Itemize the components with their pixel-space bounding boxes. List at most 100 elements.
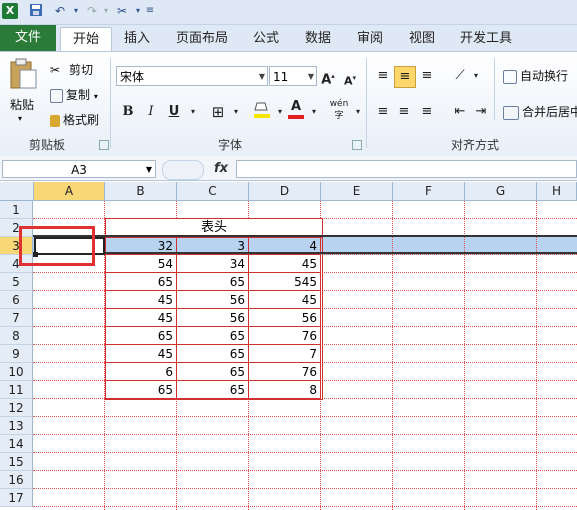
table-cell[interactable]: 7 — [249, 345, 321, 363]
align-middle-icon[interactable]: ≡ — [394, 66, 416, 88]
table-cell[interactable]: 45 — [249, 291, 321, 309]
row-header[interactable]: 12 — [0, 399, 33, 417]
table-cell[interactable]: 45 — [249, 255, 321, 273]
row-header[interactable]: 6 — [0, 291, 33, 309]
phonetic-dropdown-icon[interactable]: ▾ — [348, 102, 368, 122]
name-box[interactable]: A3 ▼ — [2, 160, 156, 178]
table-cell[interactable]: 65 — [177, 345, 249, 363]
table-cell[interactable]: 65 — [105, 273, 177, 291]
table-cell[interactable]: 65 — [105, 381, 177, 399]
table-cell[interactable]: 65 — [177, 363, 249, 381]
italic-button[interactable]: I — [141, 102, 161, 122]
paste-dropdown-icon[interactable]: ▾ — [18, 114, 22, 123]
column-header-d[interactable]: D — [249, 182, 321, 201]
tab-insert[interactable]: 插入 — [116, 27, 158, 50]
table-cell[interactable]: 45 — [105, 345, 177, 363]
table-cell[interactable]: 65 — [105, 327, 177, 345]
undo-dropdown-icon[interactable]: ▾ — [68, 3, 84, 19]
font-size-combo[interactable]: 11 ▼ — [269, 66, 317, 86]
align-center-icon[interactable]: ≡ — [394, 102, 414, 122]
customize-icon[interactable]: ≡ — [142, 3, 158, 19]
table-cell[interactable]: 545 — [249, 273, 321, 291]
column-header-f[interactable]: F — [393, 182, 465, 201]
formula-bar-resize-handle[interactable] — [162, 160, 204, 180]
font-name-combo[interactable]: 宋体 ▼ — [116, 66, 268, 86]
column-header-e[interactable]: E — [321, 182, 393, 201]
table-cell[interactable]: 65 — [177, 273, 249, 291]
insert-function-icon[interactable]: fx — [214, 161, 228, 176]
table-cell[interactable]: 56 — [249, 309, 321, 327]
fill-color-icon[interactable] — [252, 100, 272, 120]
font-color-button[interactable]: A — [286, 100, 306, 120]
column-header-b[interactable]: B — [105, 182, 177, 201]
table-cell[interactable]: 76 — [249, 363, 321, 381]
row-header[interactable]: 17 — [0, 489, 33, 507]
font-launcher-icon[interactable] — [352, 140, 362, 150]
merge-center-button[interactable]: 合并后居中 — [503, 103, 577, 120]
bold-button[interactable]: B — [118, 102, 138, 122]
chevron-down-icon: ▼ — [145, 165, 152, 174]
align-top-icon[interactable]: ≡ — [373, 66, 393, 86]
row-header[interactable]: 14 — [0, 435, 33, 453]
format-painter-button[interactable]: 格式刷 — [50, 111, 99, 128]
table-cell[interactable]: 56 — [177, 291, 249, 309]
table-cell[interactable]: 6 — [105, 363, 177, 381]
decrease-indent-icon[interactable]: ⇤ — [450, 102, 470, 122]
tab-formulas[interactable]: 公式 — [246, 27, 286, 50]
paste-icon[interactable] — [8, 58, 40, 90]
increase-font-icon[interactable]: A▴ — [318, 66, 338, 87]
row-header[interactable]: 8 — [0, 327, 33, 345]
table-cell[interactable]: 8 — [249, 381, 321, 399]
table-cell[interactable]: 76 — [249, 327, 321, 345]
tab-review[interactable]: 审阅 — [350, 27, 390, 50]
tab-developer[interactable]: 开发工具 — [454, 27, 518, 50]
align-left-icon[interactable]: ≡ — [373, 102, 393, 122]
table-cell[interactable]: 34 — [177, 255, 249, 273]
increase-indent-icon[interactable]: ⇥ — [471, 102, 491, 122]
row-header[interactable]: 13 — [0, 417, 33, 435]
tab-view[interactable]: 视图 — [402, 27, 442, 50]
table-cell[interactable]: 45 — [105, 291, 177, 309]
copy-button[interactable]: 复制 ▾ — [50, 86, 98, 103]
row-header[interactable]: 11 — [0, 381, 33, 399]
border-icon[interactable]: ⊞ — [208, 102, 228, 122]
format-painter-icon[interactable]: ✂ — [114, 3, 130, 19]
column-header-a[interactable]: A — [34, 182, 105, 201]
underline-dropdown-icon[interactable]: ▾ — [183, 102, 203, 122]
align-bottom-icon[interactable]: ≡ — [417, 66, 437, 86]
tab-page-layout[interactable]: 页面布局 — [170, 27, 234, 50]
tab-file[interactable]: 文件 — [0, 25, 56, 51]
clipboard-launcher-icon[interactable] — [99, 140, 109, 150]
undo-icon[interactable]: ↶ — [52, 3, 68, 19]
table-cell[interactable]: 54 — [105, 255, 177, 273]
save-icon[interactable] — [28, 3, 44, 19]
row-header[interactable]: 5 — [0, 273, 33, 291]
table-cell[interactable]: 65 — [177, 327, 249, 345]
tab-data[interactable]: 数据 — [298, 27, 338, 50]
font-color-dropdown-icon[interactable]: ▾ — [304, 102, 324, 122]
formula-input[interactable] — [236, 160, 577, 178]
cut-button[interactable]: ✂ 剪切 — [50, 61, 93, 79]
wrap-text-button[interactable]: 自动换行 — [503, 67, 568, 84]
row-header[interactable]: 16 — [0, 471, 33, 489]
align-right-icon[interactable]: ≡ — [417, 102, 437, 122]
select-all-corner[interactable] — [0, 182, 34, 201]
redo-dropdown-icon[interactable]: ▾ — [98, 3, 114, 19]
row-header[interactable]: 9 — [0, 345, 33, 363]
row-header[interactable]: 15 — [0, 453, 33, 471]
border-dropdown-icon[interactable]: ▾ — [226, 102, 246, 122]
row-header[interactable]: 10 — [0, 363, 33, 381]
decrease-font-icon[interactable]: A▾ — [340, 68, 360, 88]
row-header[interactable]: 7 — [0, 309, 33, 327]
column-header-g[interactable]: G — [465, 182, 537, 201]
column-header-c[interactable]: C — [177, 182, 249, 201]
underline-button[interactable]: U — [164, 102, 184, 122]
row-header[interactable]: 1 — [0, 201, 33, 219]
column-header-h[interactable]: H — [537, 182, 577, 201]
table-cell[interactable]: 56 — [177, 309, 249, 327]
tab-home[interactable]: 开始 — [60, 27, 112, 51]
table-cell[interactable]: 65 — [177, 381, 249, 399]
table-cell[interactable]: 45 — [105, 309, 177, 327]
orientation-dropdown-icon[interactable]: ▾ — [466, 66, 486, 86]
paste-button[interactable]: 粘贴 — [10, 96, 34, 113]
